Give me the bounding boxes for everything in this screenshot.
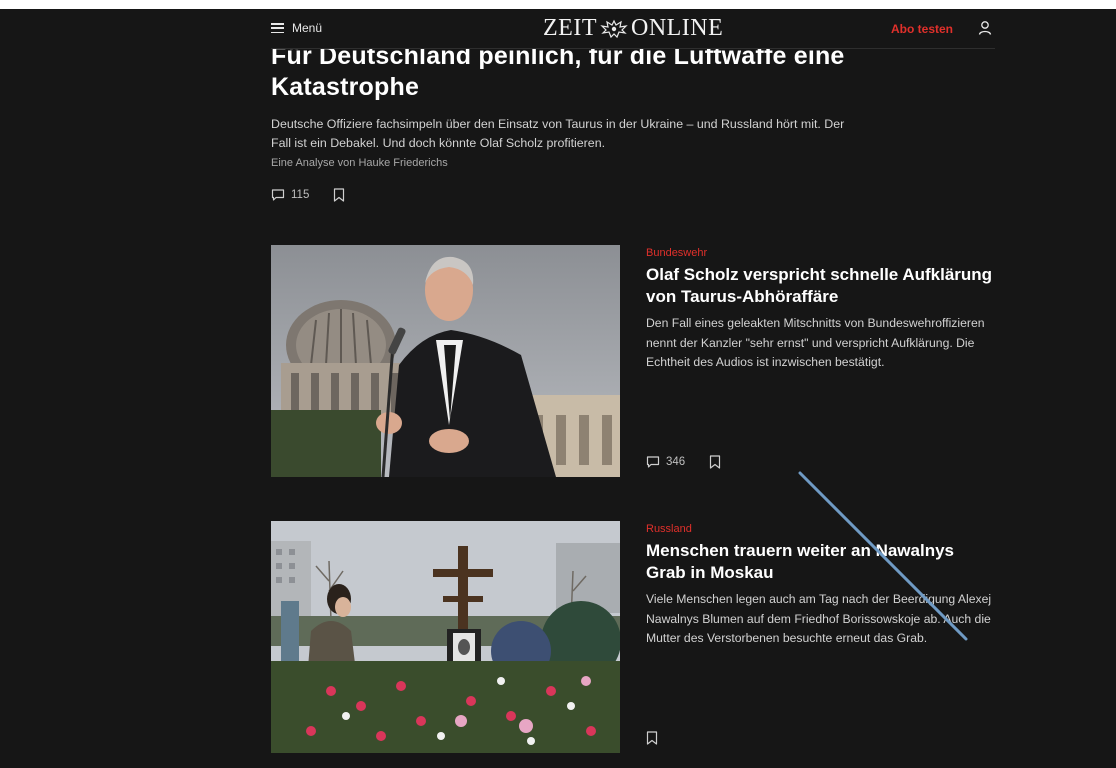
article-kicker[interactable]: Bundeswehr xyxy=(646,247,998,259)
article-teaser-2[interactable]: Russland Menschen trauern weiter an Nawa… xyxy=(271,521,995,753)
menu-label: Menü xyxy=(292,21,323,35)
article-image-scholz[interactable] xyxy=(271,245,620,477)
article-image-nawalny-grave[interactable] xyxy=(271,521,620,753)
eagle-icon xyxy=(600,19,628,38)
comment-icon[interactable] xyxy=(646,455,660,469)
logo-text-left: ZEIT xyxy=(543,15,597,41)
bookmark-icon[interactable] xyxy=(709,455,721,469)
lead-headline[interactable]: Für Deutschland peinlich, für die Luftwa… xyxy=(271,41,871,103)
logo-text-right: ONLINE xyxy=(630,15,724,41)
user-icon[interactable] xyxy=(977,20,993,36)
site-header: Menü ZEIT ONLINE Abo testen xyxy=(271,9,995,49)
lead-meta: 115 xyxy=(271,188,345,202)
bookmark-icon[interactable] xyxy=(333,188,345,202)
article-text-1: Bundeswehr Olaf Scholz verspricht schnel… xyxy=(646,245,998,373)
page-viewport: Menü ZEIT ONLINE Abo testen Für Deutschl… xyxy=(0,9,1116,768)
article-headline[interactable]: Olaf Scholz verspricht schnelle Aufkläru… xyxy=(646,264,998,308)
article-kicker[interactable]: Russland xyxy=(646,523,998,535)
article-meta-2 xyxy=(646,731,658,745)
bookmark-icon[interactable] xyxy=(646,731,658,745)
article-description: Den Fall eines geleakten Mitschnitts von… xyxy=(646,316,985,369)
article-description: Viele Menschen legen auch am Tag nach de… xyxy=(646,592,992,645)
abo-testen-link[interactable]: Abo testen xyxy=(891,22,953,36)
lead-author: Eine Analyse von Hauke Friederichs xyxy=(271,157,448,169)
article-text-2: Russland Menschen trauern weiter an Nawa… xyxy=(646,521,998,649)
menu-button[interactable]: Menü xyxy=(271,21,322,35)
lead-description: Deutsche Offiziere fachsimpeln über den … xyxy=(271,117,845,150)
lead-article[interactable]: Für Deutschland peinlich, für die Luftwa… xyxy=(271,41,871,202)
article-teaser-1[interactable]: Bundeswehr Olaf Scholz verspricht schnel… xyxy=(271,245,995,477)
comment-count[interactable]: 115 xyxy=(291,189,309,201)
zeit-online-logo[interactable]: ZEIT ONLINE xyxy=(543,15,723,42)
article-meta-1: 346 xyxy=(646,455,721,469)
article-headline[interactable]: Menschen trauern weiter an Nawalnys Grab… xyxy=(646,540,998,584)
comment-icon[interactable] xyxy=(271,188,285,202)
comment-count[interactable]: 346 xyxy=(666,456,685,468)
hamburger-icon xyxy=(271,23,284,33)
